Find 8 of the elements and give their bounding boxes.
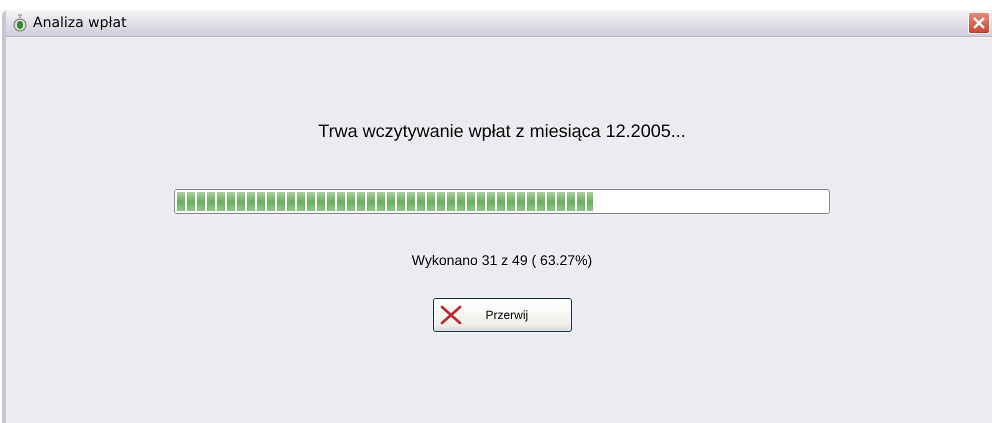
app-icon [12,14,28,32]
close-icon [972,16,986,30]
progress-status: Wykonano 31 z 49 ( 63.27%) [412,252,592,268]
cross-icon [440,305,462,325]
loading-message: Trwa wczytywanie wpłat z miesiąca 12.2005... [318,121,686,142]
close-button[interactable] [968,12,990,34]
cancel-button[interactable]: Przerwij [432,298,572,332]
window-title: Analiza wpłat [33,15,127,31]
